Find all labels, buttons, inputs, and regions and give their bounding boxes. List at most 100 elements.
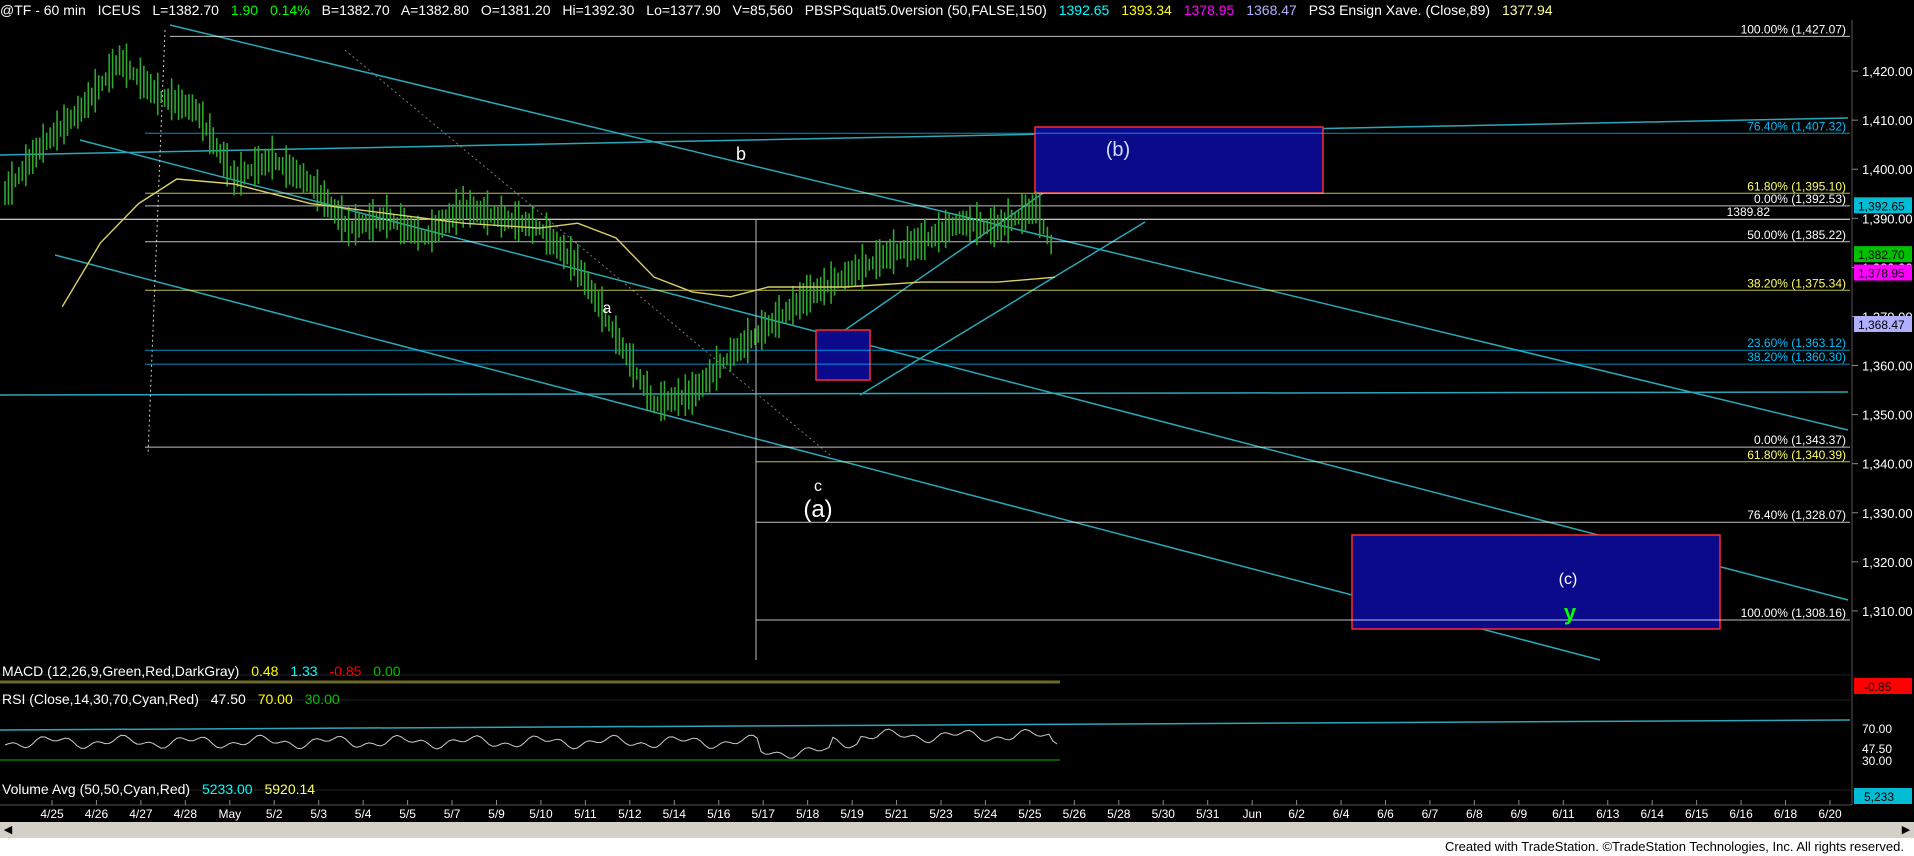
x-tick-label: 6/4 (1333, 807, 1350, 821)
macd-value-4: 0.00 (373, 663, 401, 679)
x-tick-label: 5/26 (1063, 807, 1087, 821)
y-tick-label: 1,410.00 (1862, 113, 1913, 128)
volume-value-2: 5920.14 (264, 781, 316, 797)
rsi-value-1: 47.50 (210, 691, 246, 707)
ask-price: A=1382.80 (400, 2, 469, 18)
x-tick-label: 5/14 (663, 807, 687, 821)
x-tick-label: 5/5 (399, 807, 416, 821)
y-tick-label: 1,340.00 (1862, 457, 1913, 472)
axis-price-badge-label: 1,378.95 (1858, 267, 1905, 281)
scroll-left-icon[interactable]: ◀ (0, 822, 16, 838)
study1-label: PBSPSquat5.0version (50,FALSE,150) (804, 2, 1047, 18)
y-tick-label: 1,350.00 (1862, 408, 1913, 423)
x-tick-label: 4/28 (174, 807, 198, 821)
axis-price-badge-label: 1,368.47 (1858, 318, 1905, 332)
macd-label: MACD (12,26,9,Green,Red,DarkGray) (2, 663, 240, 679)
x-tick-label: 5/7 (444, 807, 461, 821)
study1-value-1: 1392.65 (1058, 2, 1110, 18)
x-tick-label: 4/26 (85, 807, 109, 821)
macd-value-3: -0.85 (329, 663, 362, 679)
wave-label: (c) (1559, 571, 1578, 588)
y-tick-label: 1,330.00 (1862, 506, 1913, 521)
fib-level-label: 50.00% (1,385.22) (1747, 228, 1846, 242)
volume-axis-label: 5,233 (1864, 790, 1894, 804)
change-pct: 0.14% (269, 2, 310, 18)
fib-level-label: 0.00% (1,343.37) (1754, 433, 1846, 447)
target-box-c (1351, 534, 1721, 630)
fib-level-label: 61.80% (1,340.39) (1747, 448, 1846, 462)
macd-axis-label: -0.85 (1864, 680, 1892, 694)
x-tick-label: 5/11 (574, 807, 597, 821)
x-tick-label: 6/18 (1774, 807, 1798, 821)
horizontal-scrollbar[interactable]: ◀ ▶ (0, 822, 1914, 838)
footer-text: Created with TradeStation. ©TradeStation… (1444, 839, 1904, 854)
x-tick-label: 5/9 (488, 807, 505, 821)
rsi-label: RSI (Close,14,30,70,Cyan,Red) (2, 691, 199, 707)
macd-legend: MACD (12,26,9,Green,Red,DarkGray) 0.48 1… (2, 663, 409, 679)
x-tick-label: 6/15 (1685, 807, 1709, 821)
target-box-b (1034, 126, 1324, 194)
rsi-axis-label: 30.00 (1862, 754, 1892, 768)
axis-price-badge-label: 1,392.65 (1858, 199, 1905, 213)
x-tick-label: 6/20 (1818, 807, 1842, 821)
chart-header: @TF - 60 min ICEUS L=1382.70 1.90 0.14% … (0, 0, 1914, 20)
volume-value: V=85,560 (732, 2, 793, 18)
x-tick-label: 6/13 (1596, 807, 1620, 821)
fib-level-label: 38.20% (1,360.30) (1747, 350, 1846, 364)
x-tick-label: 6/8 (1466, 807, 1483, 821)
volume-legend: Volume Avg (50,50,Cyan,Red) 5233.00 5920… (2, 781, 323, 797)
x-tick-label: May (218, 807, 241, 821)
wave-label: b (736, 144, 746, 164)
wave-label: a (603, 300, 612, 317)
scroll-right-icon[interactable]: ▶ (1898, 822, 1914, 838)
wave-label: (b) (1106, 139, 1130, 161)
x-tick-label: 5/10 (529, 807, 553, 821)
x-tick-label: 5/31 (1196, 807, 1220, 821)
x-tick-label: 5/28 (1107, 807, 1131, 821)
x-tick-label: 5/4 (355, 807, 372, 821)
x-tick-label: 6/14 (1641, 807, 1665, 821)
study2-value: 1377.94 (1501, 2, 1553, 18)
fib-level-label: 0.00% (1,392.53) (1754, 192, 1846, 206)
x-tick-label: 5/21 (885, 807, 909, 821)
x-tick-label: 5/12 (618, 807, 642, 821)
wave-label: y (1564, 600, 1577, 625)
wave-label: c (814, 478, 822, 495)
x-tick-label: 5/23 (929, 807, 953, 821)
x-tick-label: 6/2 (1288, 807, 1305, 821)
rsi-legend: RSI (Close,14,30,70,Cyan,Red) 47.50 70.0… (2, 691, 348, 707)
fib-level-label: 23.60% (1,363.12) (1747, 336, 1846, 350)
y-tick-label: 1,420.00 (1862, 64, 1913, 79)
x-tick-label: 5/17 (752, 807, 776, 821)
volume-value-1: 5233.00 (201, 781, 253, 797)
x-tick-label: 5/16 (707, 807, 731, 821)
footer: Created with TradeStation. ©TradeStation… (0, 838, 1914, 856)
high-price: Hi=1392.30 (562, 2, 635, 18)
fib-level-label: 38.20% (1,375.34) (1747, 276, 1846, 290)
target-box-small (815, 329, 871, 381)
y-tick-label: 1,400.00 (1862, 162, 1913, 177)
fib-level-label: 76.40% (1,328.07) (1747, 508, 1846, 522)
x-tick-label: 6/11 (1552, 807, 1575, 821)
bid-price: B=1382.70 (321, 2, 390, 18)
x-tick-label: 4/25 (40, 807, 64, 821)
last-price: L=1382.70 (152, 2, 219, 18)
rsi-value-2: 70.00 (257, 691, 293, 707)
volume-label: Volume Avg (50,50,Cyan,Red) (2, 781, 191, 797)
axis-price-badge-label: 1,382.70 (1858, 248, 1905, 262)
fib-level-label: 100.00% (1,308.16) (1741, 606, 1846, 620)
x-tick-label: 6/16 (1729, 807, 1753, 821)
x-tick-label: 5/19 (840, 807, 864, 821)
y-tick-label: 1,360.00 (1862, 359, 1913, 374)
y-tick-label: 1,390.00 (1862, 211, 1913, 226)
open-price: O=1381.20 (480, 2, 551, 18)
x-tick-label: 5/24 (974, 807, 998, 821)
y-tick-label: 1,310.00 (1862, 604, 1913, 619)
x-tick-label: 6/7 (1422, 807, 1439, 821)
x-tick-label: 5/30 (1152, 807, 1176, 821)
rsi-value-3: 30.00 (304, 691, 340, 707)
fib-level-label: 76.40% (1,407.32) (1747, 119, 1846, 133)
level-1389-label: 1389.82 (1727, 205, 1771, 219)
x-tick-label: Jun (1242, 807, 1261, 821)
x-tick-label: 5/18 (796, 807, 820, 821)
